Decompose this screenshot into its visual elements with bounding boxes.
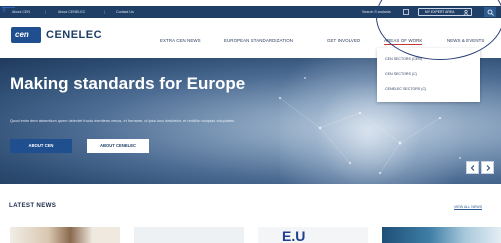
news-thumbnail[interactable] — [10, 227, 120, 243]
contact-link[interactable]: Contact Us — [116, 6, 134, 18]
divider: | — [45, 9, 47, 14]
chevron-left-icon — [470, 165, 475, 171]
about-cenelec-link[interactable]: About CENELEC — [58, 6, 85, 18]
nav-item-get-involved[interactable]: GET INVOLVED — [327, 38, 360, 43]
cen-logo[interactable]: cen — [11, 27, 41, 43]
corner-mark: ıı — [2, 0, 15, 14]
corner-glyph: ıı — [2, 5, 6, 14]
dropdown-item-cen-sectors-c[interactable]: CEN SECTORS (C) — [385, 72, 417, 76]
news-thumbnail[interactable] — [134, 227, 244, 243]
chevron-right-icon — [486, 165, 491, 171]
cenelec-logo-text[interactable]: CENELEC — [46, 29, 102, 41]
about-cenelec-button[interactable]: ABOUT CENELEC — [87, 139, 149, 153]
about-cenelec-button-label: ABOUT CENELEC — [99, 143, 137, 148]
hero-title: Making standards for Europe — [10, 74, 246, 93]
view-all-news-link[interactable]: VIEW ALL NEWS — [454, 205, 483, 210]
about-cen-button-label: ABOUT CEN — [28, 143, 54, 148]
dropdown-item-cen-sectors[interactable]: CEN SECTORS (CEN) — [385, 57, 422, 61]
carousel-prev-button[interactable] — [466, 161, 479, 174]
news-thumbnail-text: E.U — [282, 228, 306, 243]
cen-logo-mark: cen — [15, 30, 29, 39]
latest-news-heading: LATEST NEWS — [9, 202, 57, 209]
news-thumbnail[interactable]: E.U — [258, 227, 368, 243]
dropdown-item-cenelec-sectors[interactable]: CENELEC SECTORS (C) — [385, 87, 426, 91]
about-cen-button[interactable]: ABOUT CEN — [10, 139, 72, 153]
news-thumbnail[interactable] — [382, 227, 501, 243]
nav-item-extra-cen-news[interactable]: EXTRA CEN NEWS — [160, 38, 201, 43]
nav-item-european-standardization[interactable]: EUROPEAN STANDARDIZATION — [224, 38, 293, 43]
divider: | — [104, 9, 106, 14]
hero-description: Quod enim dem absentium quem delectet fr… — [10, 118, 236, 123]
carousel-next-button[interactable] — [481, 161, 494, 174]
